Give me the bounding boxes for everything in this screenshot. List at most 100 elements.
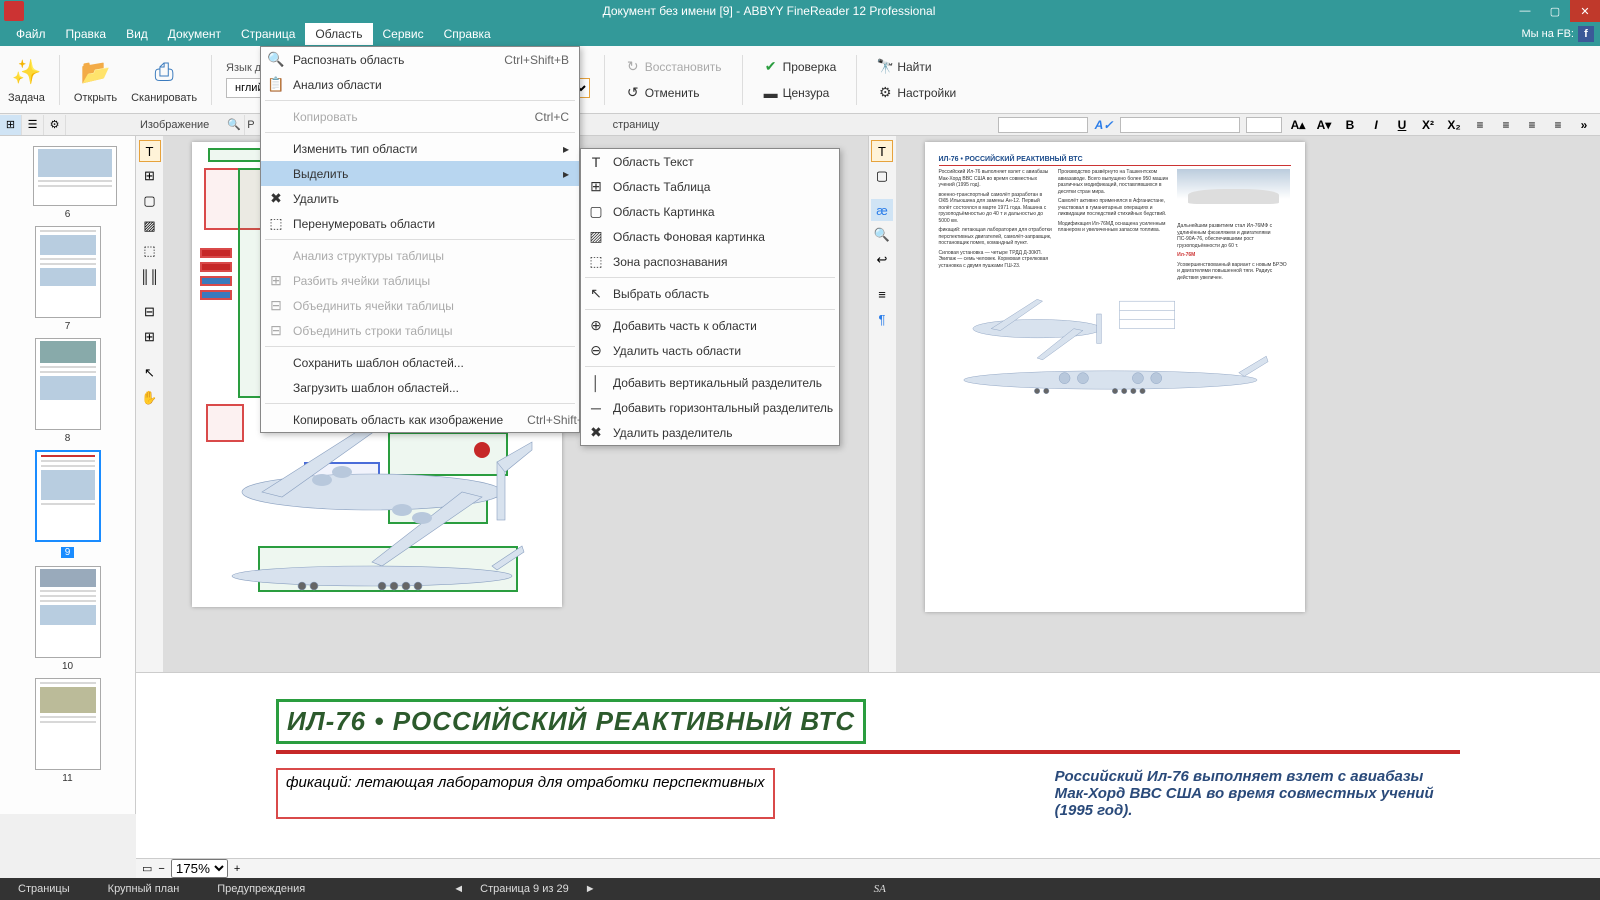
menu-item[interactable]: │Добавить вертикальный разделитель: [581, 370, 839, 395]
menu-service[interactable]: Сервис: [373, 23, 434, 45]
hand-tool[interactable]: ✋: [139, 387, 161, 409]
background-area-tool[interactable]: ▨: [139, 215, 161, 237]
image-tab-label[interactable]: Изображение: [126, 119, 223, 131]
close-button[interactable]: ✕: [1570, 0, 1600, 22]
zoom-icon[interactable]: 🔍: [223, 115, 245, 135]
text-tool[interactable]: T: [871, 140, 893, 162]
pointer-tool[interactable]: ↖: [139, 362, 161, 384]
previous-tool[interactable]: ↩: [871, 249, 893, 271]
closeup-zoom-select[interactable]: 175%: [171, 859, 228, 878]
font-family-select[interactable]: [998, 117, 1088, 133]
menu-item[interactable]: ✖Удалить: [261, 186, 579, 211]
italic-button[interactable]: I: [1366, 116, 1386, 134]
subscript-button[interactable]: X₂: [1444, 116, 1464, 134]
menu-item: ⊞Разбить ячейки таблицы: [261, 268, 579, 293]
thumb-8[interactable]: 8: [33, 338, 103, 444]
menu-item[interactable]: ↖Выбрать область: [581, 281, 839, 306]
menu-edit[interactable]: Правка: [56, 23, 117, 45]
thumb-6[interactable]: 6: [33, 146, 103, 220]
font-style-icon[interactable]: A✓: [1094, 116, 1114, 134]
menu-item[interactable]: 🔍Распознать областьCtrl+Shift+B: [261, 47, 579, 72]
menu-item[interactable]: Изменить тип области▸: [261, 136, 579, 161]
task-button[interactable]: ✨ Задача: [8, 56, 45, 104]
thumb-11[interactable]: 11: [33, 678, 103, 784]
more-icon[interactable]: »: [1574, 116, 1594, 134]
menu-item-icon: [267, 165, 285, 183]
menu-page[interactable]: Страница: [231, 23, 305, 45]
menu-item[interactable]: Копировать область как изображениеCtrl+S…: [261, 407, 579, 432]
search-tool[interactable]: 🔍: [871, 224, 893, 246]
recognition-zone-tool[interactable]: ⬚: [139, 240, 161, 262]
barcode-tool[interactable]: ║║: [139, 265, 161, 287]
undo-button[interactable]: ↺Отменить: [619, 82, 728, 104]
align-right-icon[interactable]: ≡: [1522, 116, 1542, 134]
restore-button[interactable]: ↻Восстановить: [619, 56, 728, 78]
menu-item[interactable]: Выделить▸: [261, 161, 579, 186]
table-row-tool[interactable]: ⊞: [139, 326, 161, 348]
menu-item[interactable]: ⊞Область Таблица: [581, 174, 839, 199]
menu-item[interactable]: ▢Область Картинка: [581, 199, 839, 224]
scan-button[interactable]: ⎙ Сканировать: [131, 56, 197, 104]
maximize-button[interactable]: ▢: [1540, 0, 1570, 22]
status-pages-tab[interactable]: Страницы: [8, 880, 80, 898]
picture-area-tool[interactable]: ▢: [139, 190, 161, 212]
menu-item[interactable]: ⊖Удалить часть области: [581, 338, 839, 363]
minimize-button[interactable]: —: [1510, 0, 1540, 22]
bold-button[interactable]: B: [1340, 116, 1360, 134]
align-left-icon[interactable]: ≡: [1470, 116, 1490, 134]
menu-item[interactable]: ⬚Перенумеровать области: [261, 211, 579, 236]
open-button[interactable]: 📂 Открыть: [74, 56, 117, 104]
closeup-view-icon[interactable]: ▭: [142, 862, 152, 875]
menu-item[interactable]: ▨Область Фоновая картинка: [581, 224, 839, 249]
menu-help[interactable]: Справка: [434, 23, 501, 45]
dict-tool[interactable]: æ: [871, 199, 893, 221]
font-size-select[interactable]: [1246, 117, 1282, 133]
menu-area[interactable]: Область: [305, 23, 372, 45]
menu-item-label: Копировать: [293, 110, 511, 124]
facebook-icon[interactable]: f: [1578, 26, 1594, 42]
superscript-button[interactable]: X²: [1418, 116, 1438, 134]
prev-page-icon[interactable]: ◄: [453, 883, 464, 895]
output-page[interactable]: ИЛ-76 • РОССИЙСКИЙ РЕАКТИВНЫЙ ВТС Россий…: [925, 142, 1305, 612]
menu-item-icon: [267, 354, 285, 372]
view-gear-icon[interactable]: ⚙: [44, 115, 66, 135]
check-button[interactable]: ✔Проверка: [757, 56, 843, 78]
closeup-zoom-out-icon[interactable]: −: [158, 863, 164, 875]
props-tool[interactable]: ≡: [871, 283, 893, 305]
menu-item[interactable]: Сохранить шаблон областей...: [261, 350, 579, 375]
closeup-zoom-in-icon[interactable]: +: [234, 863, 240, 875]
align-center-icon[interactable]: ≡: [1496, 116, 1516, 134]
next-page-icon[interactable]: ►: [585, 883, 596, 895]
align-justify-icon[interactable]: ≡: [1548, 116, 1568, 134]
thumb-7[interactable]: 7: [33, 226, 103, 332]
pilcrow-tool[interactable]: ¶: [871, 308, 893, 330]
text-area-tool[interactable]: T: [139, 140, 161, 162]
status-closeup-tab[interactable]: Крупный план: [98, 880, 190, 898]
menu-item[interactable]: ⬚Зона распознавания: [581, 249, 839, 274]
menu-item[interactable]: TОбласть Текст: [581, 149, 839, 174]
status-warnings-tab[interactable]: Предупреждения: [207, 880, 315, 898]
menu-view[interactable]: Вид: [116, 23, 158, 45]
menu-item[interactable]: 📋Анализ области: [261, 72, 579, 97]
view-grid-icon[interactable]: ⊞: [0, 115, 22, 135]
thumb-10[interactable]: 10: [33, 566, 103, 672]
underline-button[interactable]: U: [1392, 116, 1412, 134]
shrink-font-icon[interactable]: A▾: [1314, 116, 1334, 134]
menu-item[interactable]: ✖Удалить разделитель: [581, 420, 839, 445]
font-style-select[interactable]: [1120, 117, 1240, 133]
censor-button[interactable]: ▬Цензура: [757, 82, 843, 104]
menu-item-icon: ─: [587, 399, 605, 417]
find-button[interactable]: 🔭Найти: [871, 56, 962, 78]
menu-item[interactable]: Загрузить шаблон областей...: [261, 375, 579, 400]
menu-item[interactable]: ⊕Добавить часть к области: [581, 313, 839, 338]
settings-button[interactable]: ⚙Настройки: [871, 82, 962, 104]
menu-file[interactable]: Файл: [6, 23, 56, 45]
picture-tool[interactable]: ▢: [871, 165, 893, 187]
menu-item[interactable]: ─Добавить горизонтальный разделитель: [581, 395, 839, 420]
table-split-tool[interactable]: ⊟: [139, 301, 161, 323]
view-list-icon[interactable]: ☰: [22, 115, 44, 135]
grow-font-icon[interactable]: A▴: [1288, 116, 1308, 134]
table-area-tool[interactable]: ⊞: [139, 165, 161, 187]
menu-document[interactable]: Документ: [158, 23, 231, 45]
thumb-9[interactable]: 9: [33, 450, 103, 560]
